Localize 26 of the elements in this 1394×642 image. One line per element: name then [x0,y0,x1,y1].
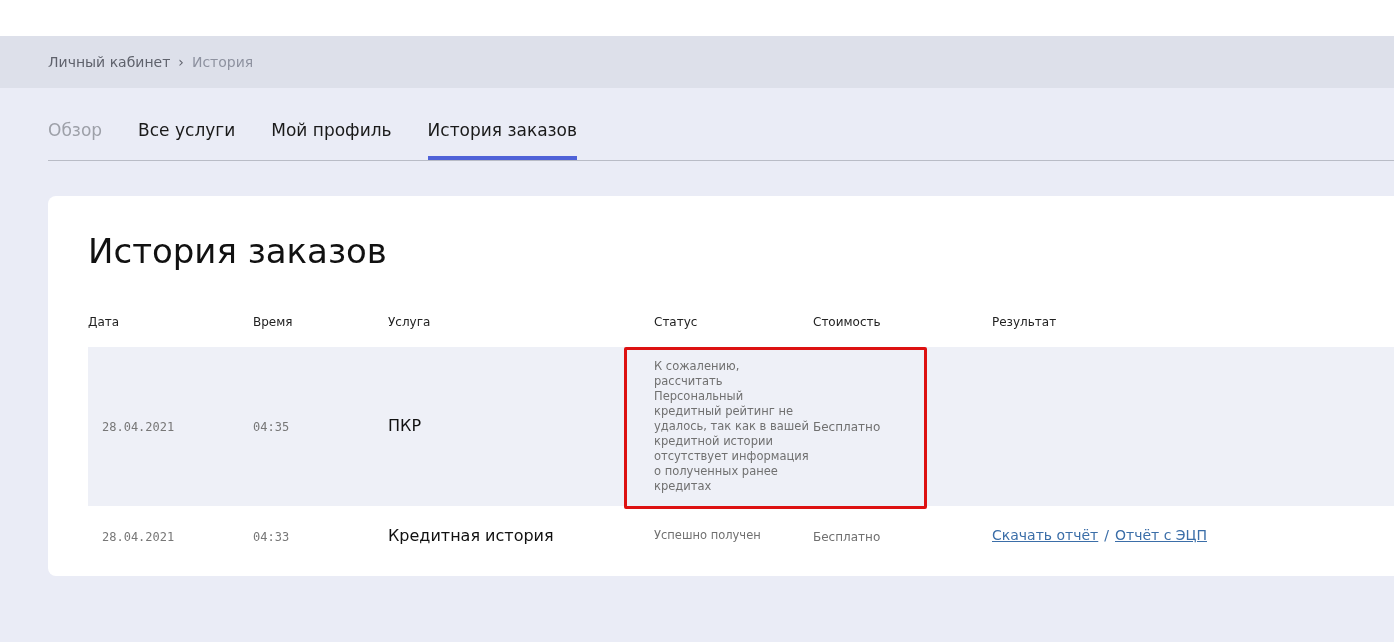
service-cell: ПКР [388,416,422,435]
column-header: Дата [88,314,120,329]
status-cell-text: Успешно получен [654,527,762,544]
time-cell: 04:35 [253,420,290,434]
column-header: Статус [654,314,698,329]
column-header: Результат [992,314,1057,329]
date-cell: 28.04.2021 [102,420,175,434]
breadcrumb-current: История [191,52,254,72]
time-cell: 04:33 [253,529,290,544]
tab[interactable]: Все услуги [138,118,236,160]
column-header: Услуга [388,314,431,329]
tab[interactable]: Мой профиль [271,118,392,160]
breadcrumb-link[interactable]: › [178,51,184,73]
tab[interactable]: История заказов [427,118,578,160]
column-header: Стоимость [813,314,881,329]
result-link[interactable]: Отчёт с ЭЦП [1115,525,1207,546]
cost-cell: Бесплатно [813,420,881,434]
service-cell: Кредитная история [388,525,554,545]
page-title: История заказов [88,229,388,273]
date-cell: 28.04.2021 [102,529,175,544]
cost-cell: Бесплатно [813,529,881,544]
link-separator: / [1104,526,1109,545]
result-link[interactable]: Скачать отчёт [992,525,1099,546]
column-header: Время [253,314,293,329]
breadcrumb-link[interactable]: Личный кабинет [48,51,171,73]
status-cell-text: К сожалению, рассчитать Персональный кредитный рейтинг не удалось, так как в вашей кредитной истории отсутствует информация о полученных ранее кредитах [654,357,809,495]
